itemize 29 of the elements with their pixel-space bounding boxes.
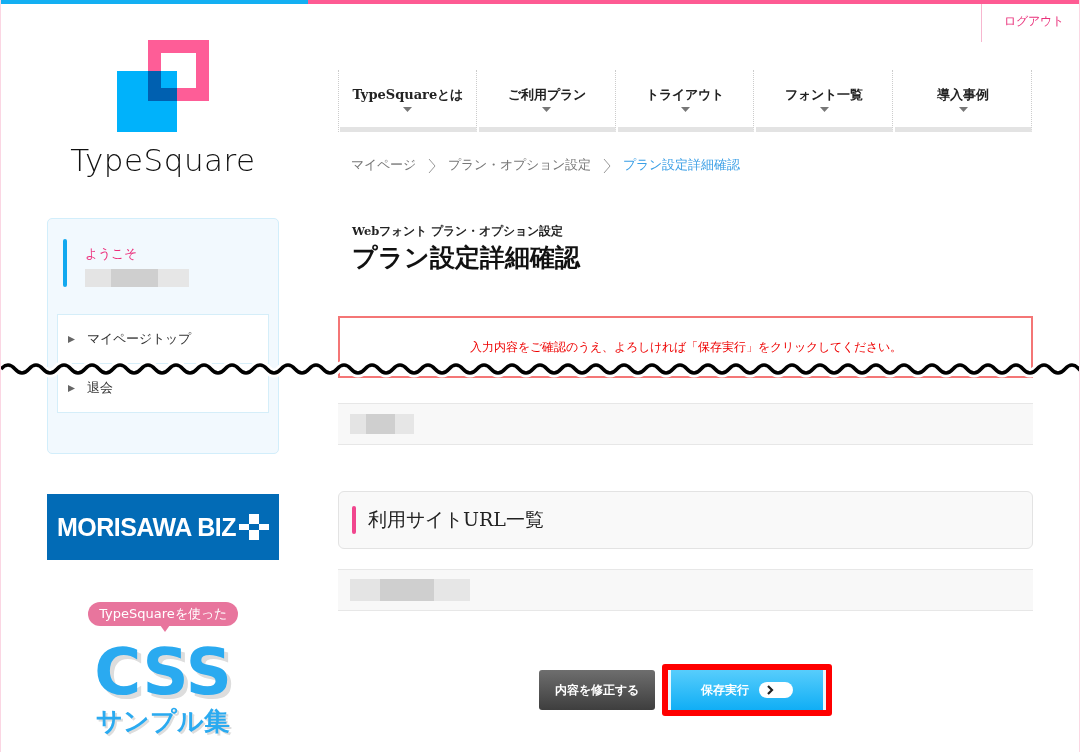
triangle-icon bbox=[68, 335, 75, 343]
breadcrumb-link[interactable]: マイページ bbox=[351, 157, 416, 174]
page-title: プラン設定詳細確認 bbox=[351, 242, 582, 274]
caret-icon bbox=[681, 106, 690, 112]
section-header: 利用サイトURL一覧 bbox=[338, 491, 1033, 549]
caret-icon bbox=[819, 106, 829, 112]
accent-bar bbox=[63, 239, 67, 287]
blurred-text bbox=[350, 414, 414, 434]
nav-item[interactable]: TypeSquareとは bbox=[340, 70, 477, 132]
logo-icon bbox=[117, 40, 209, 132]
nav-item[interactable]: ご利用プラン bbox=[478, 70, 616, 132]
sidebar-menu-item[interactable]: マイページトップ bbox=[57, 314, 269, 364]
chevron-icon bbox=[603, 158, 611, 173]
caret-icon bbox=[958, 106, 968, 112]
welcome-label: ようこそ bbox=[85, 245, 138, 263]
logout-link[interactable]: ログアウト bbox=[981, 4, 1079, 42]
edit-button[interactable]: 内容を修正する bbox=[539, 670, 655, 710]
nav-item[interactable]: トライアウト bbox=[617, 70, 755, 132]
nav-item[interactable]: 導入事例 bbox=[895, 70, 1032, 132]
page-subtitle: Webフォント プラン・オプション設定 bbox=[351, 224, 565, 239]
logo-text: TypeSquare bbox=[70, 142, 256, 178]
caret-icon bbox=[542, 106, 552, 112]
biz-banner[interactable]: MORISAWA BIZ bbox=[47, 494, 279, 560]
caret-icon bbox=[403, 106, 413, 112]
chevron-icon bbox=[428, 158, 436, 173]
nav-item[interactable]: フォント一覧 bbox=[756, 70, 894, 132]
alert-message: 入力内容をご確認のうえ、よろしければ「保存実行」をクリックしてください。 bbox=[338, 316, 1033, 378]
triangle-icon bbox=[68, 384, 75, 392]
breadcrumb-link[interactable]: プラン・オプション設定 bbox=[448, 157, 591, 174]
